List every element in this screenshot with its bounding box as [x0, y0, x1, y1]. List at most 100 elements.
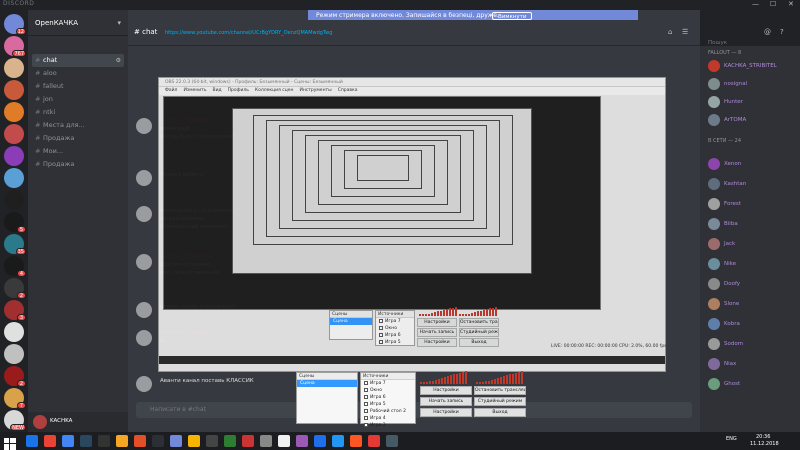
checkbox[interactable] [379, 332, 383, 337]
checkbox[interactable] [364, 415, 368, 420]
checkbox[interactable] [364, 380, 368, 385]
channel-item[interactable]: # jon [32, 93, 124, 106]
server-icon[interactable]: 2 [4, 366, 26, 387]
channel-item[interactable]: # Мои... [32, 145, 124, 158]
member-item[interactable]: Forest [708, 198, 798, 212]
member-item[interactable]: Jack [708, 238, 798, 252]
close-icon[interactable]: ✕ [788, 0, 794, 8]
checkbox[interactable] [364, 422, 368, 427]
server-icon[interactable]: 7 [4, 388, 26, 409]
obs-menu-item[interactable]: Инструменты [299, 88, 331, 93]
member-item[interactable]: ArTOMA [708, 114, 798, 128]
obs-menu-item[interactable]: Файл [165, 88, 177, 93]
mention-icon[interactable]: @ [764, 28, 771, 36]
obs-menu-item[interactable]: Справка [338, 88, 358, 93]
member-item[interactable]: Slone [708, 298, 798, 312]
taskbar-app-icon[interactable] [62, 435, 74, 447]
server-icon[interactable] [4, 146, 24, 166]
server-icon[interactable]: 2 [4, 278, 26, 299]
obs-control-button[interactable]: Настройки [420, 408, 472, 417]
taskbar-app-icon[interactable] [368, 435, 380, 447]
obs-control-button[interactable]: Остановить трансляцию [474, 386, 526, 395]
member-item[interactable]: Kashtan [708, 178, 798, 192]
taskbar-app-icon[interactable] [224, 435, 236, 447]
source-item[interactable]: Окно [361, 387, 415, 394]
taskbar-app-icon[interactable] [134, 435, 146, 447]
taskbar-app-icon[interactable] [26, 435, 38, 447]
member-item[interactable]: Biiba [708, 218, 798, 232]
taskbar-app-icon[interactable] [332, 435, 344, 447]
obs-control-button[interactable]: Настройки [420, 386, 472, 395]
obs-control-button[interactable]: Студийный режим [474, 397, 526, 406]
source-item[interactable]: Игра 5 [361, 401, 415, 408]
checkbox[interactable] [364, 408, 368, 413]
server-icon[interactable]: 5 [4, 212, 26, 233]
obs-control-button[interactable]: Студийный режим [459, 328, 499, 337]
settings-icon[interactable]: ⚙ [116, 54, 121, 67]
pin-icon[interactable]: ⌂ [668, 28, 672, 36]
avatar[interactable] [136, 118, 152, 134]
member-item[interactable]: Sodom [708, 338, 798, 352]
member-item[interactable]: Xenon [708, 158, 798, 172]
source-item[interactable]: Игра 7 [376, 318, 414, 325]
obs-menu-item[interactable]: Вид [213, 88, 222, 93]
members-icon[interactable]: ☰ [682, 28, 688, 36]
obs-menu-item[interactable]: Изменить [183, 88, 206, 93]
server-icon[interactable]: 3 [4, 300, 26, 321]
server-icon[interactable]: 767 [4, 36, 26, 57]
checkbox[interactable] [379, 325, 383, 330]
server-icon[interactable]: 12 [4, 14, 26, 35]
server-icon[interactable] [4, 190, 24, 210]
checkbox[interactable] [364, 401, 368, 406]
channel-item[interactable]: # ntki [32, 106, 124, 119]
avatar[interactable] [136, 330, 152, 346]
member-item[interactable]: KACHKA_STRIBITEL [708, 60, 798, 74]
taskbar-app-icon[interactable] [386, 435, 398, 447]
avatar[interactable] [136, 376, 152, 392]
taskbar-app-icon[interactable] [80, 435, 92, 447]
server-icon[interactable] [4, 58, 24, 78]
checkbox[interactable] [379, 318, 383, 323]
avatar[interactable] [136, 254, 152, 270]
source-item[interactable]: Игра 6 [361, 394, 415, 401]
server-icon[interactable] [4, 322, 24, 342]
member-item[interactable]: nosignal [708, 78, 798, 92]
channel-item[interactable]: # Продажа [32, 158, 124, 171]
obs-control-button[interactable]: Настройки [417, 318, 457, 327]
member-item[interactable]: Nike [708, 258, 798, 272]
obs-control-button[interactable]: Остановить трансляцию [459, 318, 499, 327]
obs-control-button[interactable]: Выход [474, 408, 526, 417]
taskbar-app-icon[interactable] [296, 435, 308, 447]
disable-streamer-mode-button[interactable]: Вимкнути [492, 12, 533, 20]
taskbar-app-icon[interactable] [188, 435, 200, 447]
server-icon[interactable]: NEW [4, 410, 26, 431]
member-item[interactable]: Niax [708, 358, 798, 372]
taskbar-app-icon[interactable] [98, 435, 110, 447]
maximize-icon[interactable]: ☐ [770, 0, 776, 8]
channel-item[interactable]: # aloo [32, 67, 124, 80]
taskbar-app-icon[interactable] [152, 435, 164, 447]
source-item[interactable]: Игра 5 [376, 339, 414, 346]
channel-topic[interactable]: https://www.youtube.com/channel/UCrBgYDR… [165, 30, 332, 36]
minimize-icon[interactable]: — [752, 0, 759, 8]
avatar[interactable] [136, 302, 152, 318]
taskbar-app-icon[interactable] [278, 435, 290, 447]
obs-menu-item[interactable]: Коллекция сцен [255, 88, 294, 93]
source-item[interactable]: Игра 3 [361, 422, 415, 429]
avatar[interactable] [136, 170, 152, 186]
taskbar-app-icon[interactable] [314, 435, 326, 447]
source-item[interactable]: Игра 4 [361, 415, 415, 422]
obs-menu-item[interactable]: Профиль [228, 88, 249, 93]
scene-item[interactable]: Сцена [330, 318, 372, 325]
source-item[interactable]: Игра 6 [376, 332, 414, 339]
member-item[interactable]: Kobra [708, 318, 798, 332]
server-icon[interactable] [4, 80, 24, 100]
taskbar-app-icon[interactable] [44, 435, 56, 447]
member-item[interactable]: Doofy [708, 278, 798, 292]
server-icon[interactable] [4, 344, 24, 364]
server-icon[interactable] [4, 102, 24, 122]
checkbox[interactable] [364, 394, 368, 399]
windows-start-icon[interactable] [4, 435, 16, 450]
server-icon[interactable] [4, 124, 24, 144]
clock-time[interactable]: 20:36 [756, 434, 770, 440]
